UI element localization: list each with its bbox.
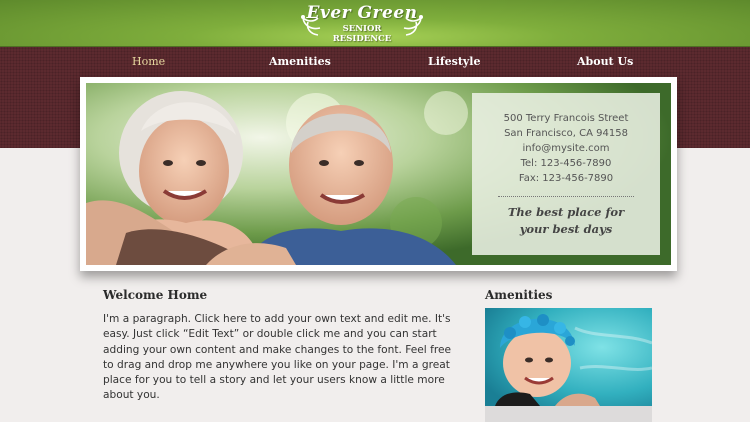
welcome-paragraph[interactable]: I'm a paragraph. Click here to add your …	[103, 312, 455, 404]
tagline-line-2: your best days	[519, 222, 613, 236]
fax-text: Fax: 123-456-7890	[518, 173, 614, 184]
tel-text: Tel: 123-456-7890	[520, 158, 612, 169]
nav-item-lifestyle[interactable]: Lifestyle	[428, 55, 481, 68]
address-text: 500 Terry Francois Street	[503, 113, 629, 124]
tagline-line-1: The best place for	[507, 205, 625, 219]
site-header: Ever Green SENIOR RESIDENCE	[0, 0, 750, 47]
nav-item-amenities[interactable]: Amenities	[269, 55, 331, 68]
amenities-caption-strip	[485, 406, 652, 422]
nav-item-about-us[interactable]: About Us	[577, 55, 633, 68]
email-link[interactable]: info@mysite.com	[472, 141, 660, 156]
hero-banner: 500 Terry Francois Street San Francisco,…	[86, 83, 671, 265]
leaf-swirl-icon	[301, 15, 321, 36]
divider	[498, 196, 634, 197]
contact-info-box: 500 Terry Francois Street San Francisco,…	[472, 93, 660, 255]
site-logo[interactable]: Ever Green SENIOR RESIDENCE	[300, 2, 424, 46]
swimmer-image	[485, 308, 652, 406]
leaf-swirl-icon	[403, 15, 423, 36]
city-text: San Francisco, CA 94158	[504, 128, 628, 139]
welcome-heading: Welcome Home	[103, 288, 208, 302]
swimmer-photo[interactable]	[485, 308, 652, 406]
nav-item-home[interactable]: Home	[132, 55, 165, 68]
hero-frame: 500 Terry Francois Street San Francisco,…	[80, 77, 677, 271]
amenities-heading: Amenities	[485, 288, 553, 302]
